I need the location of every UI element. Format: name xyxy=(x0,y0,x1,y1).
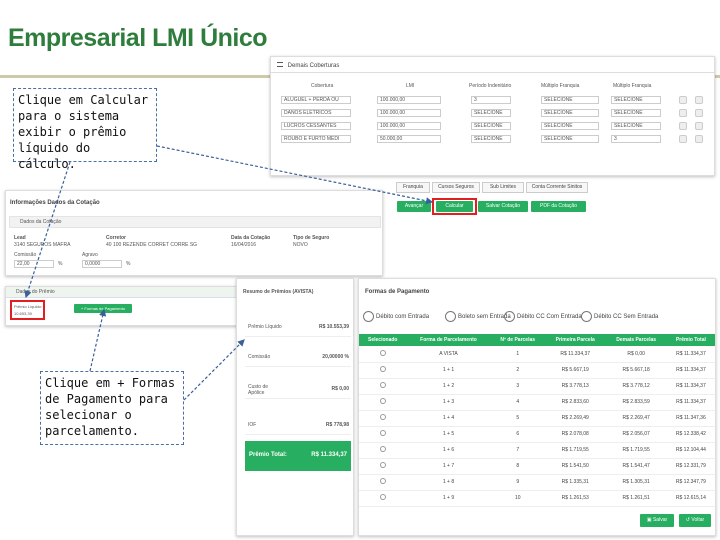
arrow-to-add-payment xyxy=(89,308,107,372)
connector-arrows xyxy=(24,145,434,401)
arrow-to-payment-panel xyxy=(183,339,245,401)
arrow-to-calculate xyxy=(156,145,434,205)
arrow-to-liquid-premium xyxy=(24,161,71,299)
